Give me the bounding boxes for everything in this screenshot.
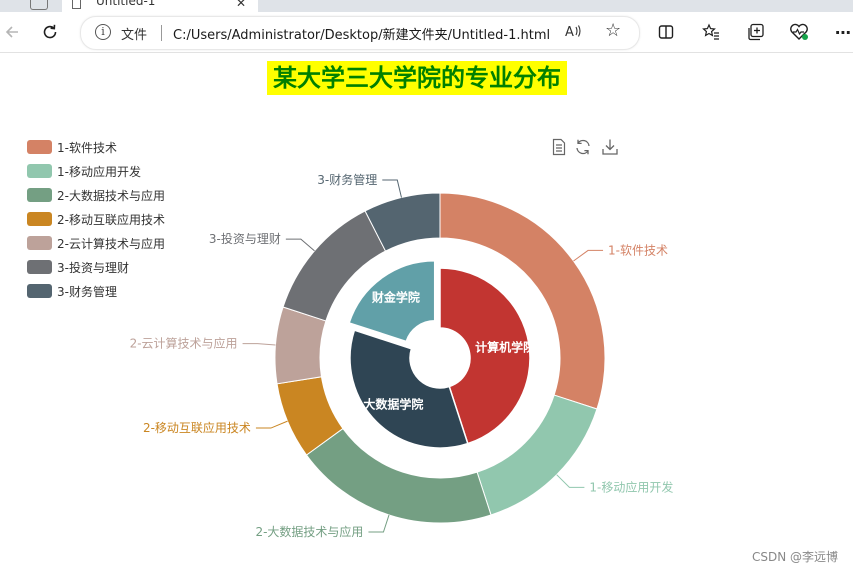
browser-window: Untitled-1.html ✕ i 文件 C:/Users/Administ… [0,0,853,574]
legend-label: 2-云计算技术与应用 [57,236,165,251]
legend-swatch [27,260,52,274]
legend-swatch [27,284,52,298]
read-aloud-icon[interactable]: A [565,23,583,43]
url-text[interactable]: C:/Users/Administrator/Desktop/新建文件夹/Unt… [173,24,550,43]
save-image-icon[interactable] [601,138,619,156]
label-leader-line [255,420,288,429]
outer-slice-label: 2-云计算技术与应用 [130,336,238,351]
outer-slice-label: 3-财务管理 [317,172,377,187]
legend-swatch [27,212,52,226]
refresh-icon[interactable] [38,20,62,44]
chart-legend: 1-软件技术 1-移动应用开发 2-大数据技术与应用 2-移动互联应用技术 2-云计算技… [27,135,165,303]
label-leader-line [573,249,604,262]
watermark: CSDN @李远博 [751,550,838,564]
legend-label: 1-软件技术 [57,140,117,155]
legend-item[interactable]: 2-移动互联应用技术 [27,207,165,231]
tab-title[interactable]: Untitled-1.html [96,0,156,8]
outer-slice-label: 1-软件技术 [608,243,668,257]
inner-slice-label: 财金学院 [371,289,420,304]
address-separator [161,25,162,41]
chart-title: 某大学三大学院的专业分布 [267,61,567,95]
inner-slice-label: 计算机学院 [475,340,535,355]
favorite-star-icon[interactable]: ☆ [605,20,621,41]
tab-active[interactable] [62,0,258,12]
legend-label: 3-财务管理 [57,284,117,299]
legend-item[interactable]: 2-大数据技术与应用 [27,183,165,207]
svg-text:A: A [565,25,574,39]
label-leader-line [368,514,390,533]
tab-actions-icon[interactable] [30,0,48,10]
site-label: 文件 [121,28,148,43]
legend-item[interactable]: 3-投资与理财 [27,255,165,279]
label-leader-line [242,343,276,346]
address-bar[interactable]: i 文件 C:/Users/Administrator/Desktop/新建文件… [80,16,640,50]
label-leader-line [556,474,585,488]
outer-slice-label: 2-大数据技术与应用 [255,524,363,539]
browser-essentials-icon[interactable] [787,20,811,44]
legend-label: 3-投资与理财 [57,260,129,275]
tab-strip: Untitled-1.html ✕ [0,0,853,12]
more-menu-icon[interactable]: ⋯ [831,20,853,44]
legend-label: 2-大数据技术与应用 [57,188,165,203]
data-view-icon[interactable] [550,138,568,156]
collections-icon[interactable] [744,20,768,44]
outer-slice-label: 1-移动应用开发 [589,479,673,494]
legend-swatch [27,188,52,202]
legend-swatch [27,236,52,250]
tab-close-icon[interactable]: ✕ [236,0,246,10]
inner-ring-slice[interactable] [349,329,469,449]
page-icon [72,0,81,9]
legend-swatch [27,140,52,154]
legend-item[interactable]: 1-软件技术 [27,135,165,159]
legend-swatch [27,164,52,178]
outer-slice-label: 2-移动互联应用技术 [143,420,251,435]
legend-item[interactable]: 1-移动应用开发 [27,159,165,183]
info-icon[interactable]: i [95,24,111,40]
inner-slice-label: 大数据学院 [363,397,423,412]
back-icon[interactable] [0,20,24,44]
page-content: 1-软件技术 1-移动应用开发 2-大数据技术与应用 2-移动互联应用技术 2-云计算技… [0,53,853,574]
outer-slice-label: 3-投资与理财 [209,231,281,246]
chart-canvas: 1-软件技术 1-移动应用开发 2-大数据技术与应用 2-移动互联应用技术 2-云计算技… [130,172,674,539]
legend-label: 2-移动互联应用技术 [57,212,165,227]
browser-toolbar: i 文件 C:/Users/Administrator/Desktop/新建文件… [0,12,853,53]
inner-slice-group[interactable]: 大数据学院 [349,329,469,449]
split-screen-icon[interactable] [654,20,678,44]
favorites-list-icon[interactable] [699,20,723,44]
restore-icon[interactable] [574,138,592,156]
legend-item[interactable]: 2-云计算技术与应用 [27,231,165,255]
label-leader-line [285,238,315,252]
legend-item[interactable]: 3-财务管理 [27,279,165,303]
legend-label: 1-移动应用开发 [57,164,141,179]
label-leader-line [382,179,402,198]
inner-slice-group[interactable]: 财金学院 [348,259,436,343]
